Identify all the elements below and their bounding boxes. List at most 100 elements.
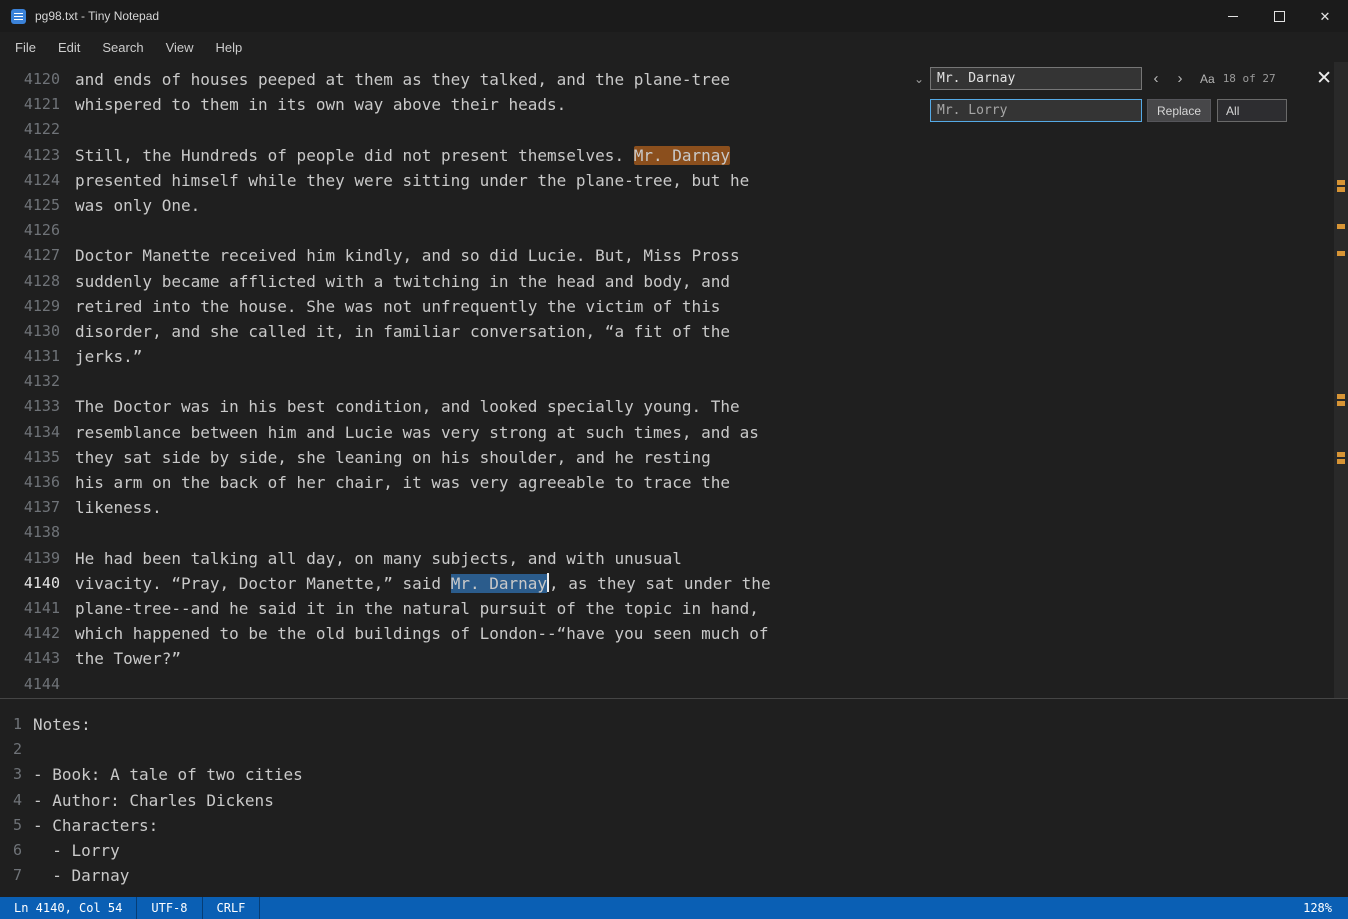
line-text[interactable]: likeness. [75,495,162,520]
editor-line: 4124 presented himself while they were si… [0,168,1348,193]
vertical-scrollbar[interactable] [1334,62,1348,698]
line-text[interactable]: Still, the Hundreds of people did not pr… [75,143,731,168]
line-text[interactable]: resemblance between him and Lucie was ve… [75,420,759,445]
editor-line: 4143 the Tower?” [0,646,1348,671]
next-match-button[interactable]: › [1170,70,1190,87]
menu-item-view[interactable]: View [155,36,205,59]
line-text[interactable]: jerks.” [75,344,142,369]
find-row: ⌄ ‹ › Aa 18 of 27 ✕ [912,67,1334,90]
editor-line: 4131 jerks.” [0,344,1348,369]
line-text[interactable]: whispered to them in its own way above t… [75,92,566,117]
line-number: 4130 [23,321,60,340]
menu-bar: File Edit Search View Help [0,32,1348,62]
line-text[interactable]: - Book: A tale of two cities [33,762,303,787]
line-text[interactable]: presented himself while they were sittin… [75,168,749,193]
line-text[interactable]: - Lorry [33,838,119,863]
line-number: 5 [12,815,22,834]
editor-line: 4140 vivacity. “Pray, Doctor Manette,” sa… [0,571,1348,596]
line-text[interactable]: retired into the house. She was not unfr… [75,294,720,319]
status-bar: Ln 4140, Col 54 UTF-8 CRLF 128% [0,897,1348,919]
text-segment: retired into the house. She was not unfr… [75,296,721,316]
editor-line: 4138 [0,520,1348,545]
zoom-level: 128% [1303,901,1332,915]
line-text[interactable]: the Tower?” [75,646,181,671]
replace-button[interactable]: Replace [1147,99,1212,122]
editor-line: 4137 likeness. [0,495,1348,520]
text-segment: - Characters: [33,815,159,835]
minimize-icon [1228,15,1238,17]
find-close-button[interactable]: ✕ [1314,69,1334,88]
editor-line: 4144 [0,672,1348,697]
window-title: pg98.txt - Tiny Notepad [35,9,160,23]
search-result-marker [1337,187,1345,192]
menu-item-file[interactable]: File [4,36,47,59]
line-text[interactable]: - Darnay [33,863,129,888]
editor-line: 2 [0,737,1348,762]
menu-item-edit[interactable]: Edit [47,36,91,59]
text-segment: , as they sat under the [549,573,771,593]
menu-item-help[interactable]: Help [205,36,254,59]
line-number: 4138 [23,523,60,542]
editor-line: 4125 was only One. [0,193,1348,218]
line-number: 4124 [23,170,60,189]
line-number: 4 [12,790,22,809]
minimize-button[interactable] [1210,0,1256,32]
text-segment: the Tower?” [75,649,181,669]
line-number: 4127 [23,246,60,265]
editor-line: 4129 retired into the house. She was not … [0,294,1348,319]
line-number: 4141 [23,598,60,617]
menu-item-search[interactable]: Search [91,36,154,59]
line-text[interactable]: vivacity. “Pray, Doctor Manette,” said M… [75,571,771,596]
search-input[interactable] [930,67,1142,90]
line-number: 3 [12,765,22,784]
line-number: 2 [12,740,22,759]
editor-line: 6 - Lorry [0,838,1348,863]
line-text[interactable]: The Doctor was in his best condition, an… [75,394,740,419]
line-number: 4133 [23,397,60,416]
text-segment: Notes: [33,715,91,734]
text-segment: He had been talking all day, on many sub… [75,548,682,568]
title-bar: pg98.txt - Tiny Notepad ✕ [0,0,1348,32]
line-number: 4123 [23,145,60,164]
replace-input[interactable] [930,99,1142,122]
line-text[interactable]: disorder, and she called it, in familiar… [75,319,730,344]
close-button[interactable]: ✕ [1302,0,1348,32]
line-text[interactable]: - Author: Charles Dickens [33,788,274,813]
pane-splitter[interactable] [0,698,1348,707]
line-text[interactable]: Doctor Manette received him kindly, and … [75,243,740,268]
editor-line: 4130 disorder, and she called it, in fami… [0,319,1348,344]
replace-all-button[interactable]: All [1217,99,1288,122]
line-number: 4129 [23,296,60,315]
line-text[interactable]: suddenly became afflicted with a twitchi… [75,269,730,294]
notes-text-area: 1 Notes: 2 3 - Book: A tale of two cities 4 - … [0,707,1348,888]
editor-text-area: 4120 and ends of houses peeped at them as… [0,62,1348,697]
text-segment: his arm on the back of her chair, it was… [75,473,731,492]
line-text[interactable]: which happened to be the old buildings o… [75,621,769,646]
main-editor-pane: 4120 and ends of houses peeped at them as… [0,62,1348,698]
line-number: 4120 [23,70,60,88]
toggle-replace-button[interactable]: ⌄ [912,72,926,86]
line-number: 4135 [23,447,60,466]
match-count: 18 of 27 [1222,72,1276,85]
previous-match-button[interactable]: ‹ [1146,70,1166,87]
line-text[interactable]: and ends of houses peeped at them as the… [75,67,730,92]
match-case-toggle[interactable]: Aa [1200,72,1215,86]
text-segment: suddenly became afflicted with a twitchi… [75,271,731,291]
window: pg98.txt - Tiny Notepad ✕ File Edit Search… [0,0,1348,919]
line-text[interactable]: was only One. [75,193,200,218]
line-text[interactable]: Notes: [33,712,91,737]
close-icon: ✕ [1316,68,1332,89]
text-segment: Doctor Manette received him kindly, and … [75,246,740,266]
line-text[interactable]: He had been talking all day, on many sub… [75,546,682,571]
line-number: 4122 [23,120,60,139]
line-text[interactable]: plane-tree--and he said it in the natura… [75,596,759,621]
chevron-left-icon: ‹ [1153,70,1159,87]
text-segment: whispered to them in its own way above t… [75,95,567,115]
line-text[interactable]: they sat side by side, she leaning on hi… [75,445,711,470]
line-number: 4142 [23,624,60,643]
editor-line: 5 - Characters: [0,813,1348,838]
maximize-button[interactable] [1256,0,1302,32]
line-text[interactable]: his arm on the back of her chair, it was… [75,470,730,495]
text-segment: - Darnay [33,866,130,886]
line-text[interactable]: - Characters: [33,813,158,838]
